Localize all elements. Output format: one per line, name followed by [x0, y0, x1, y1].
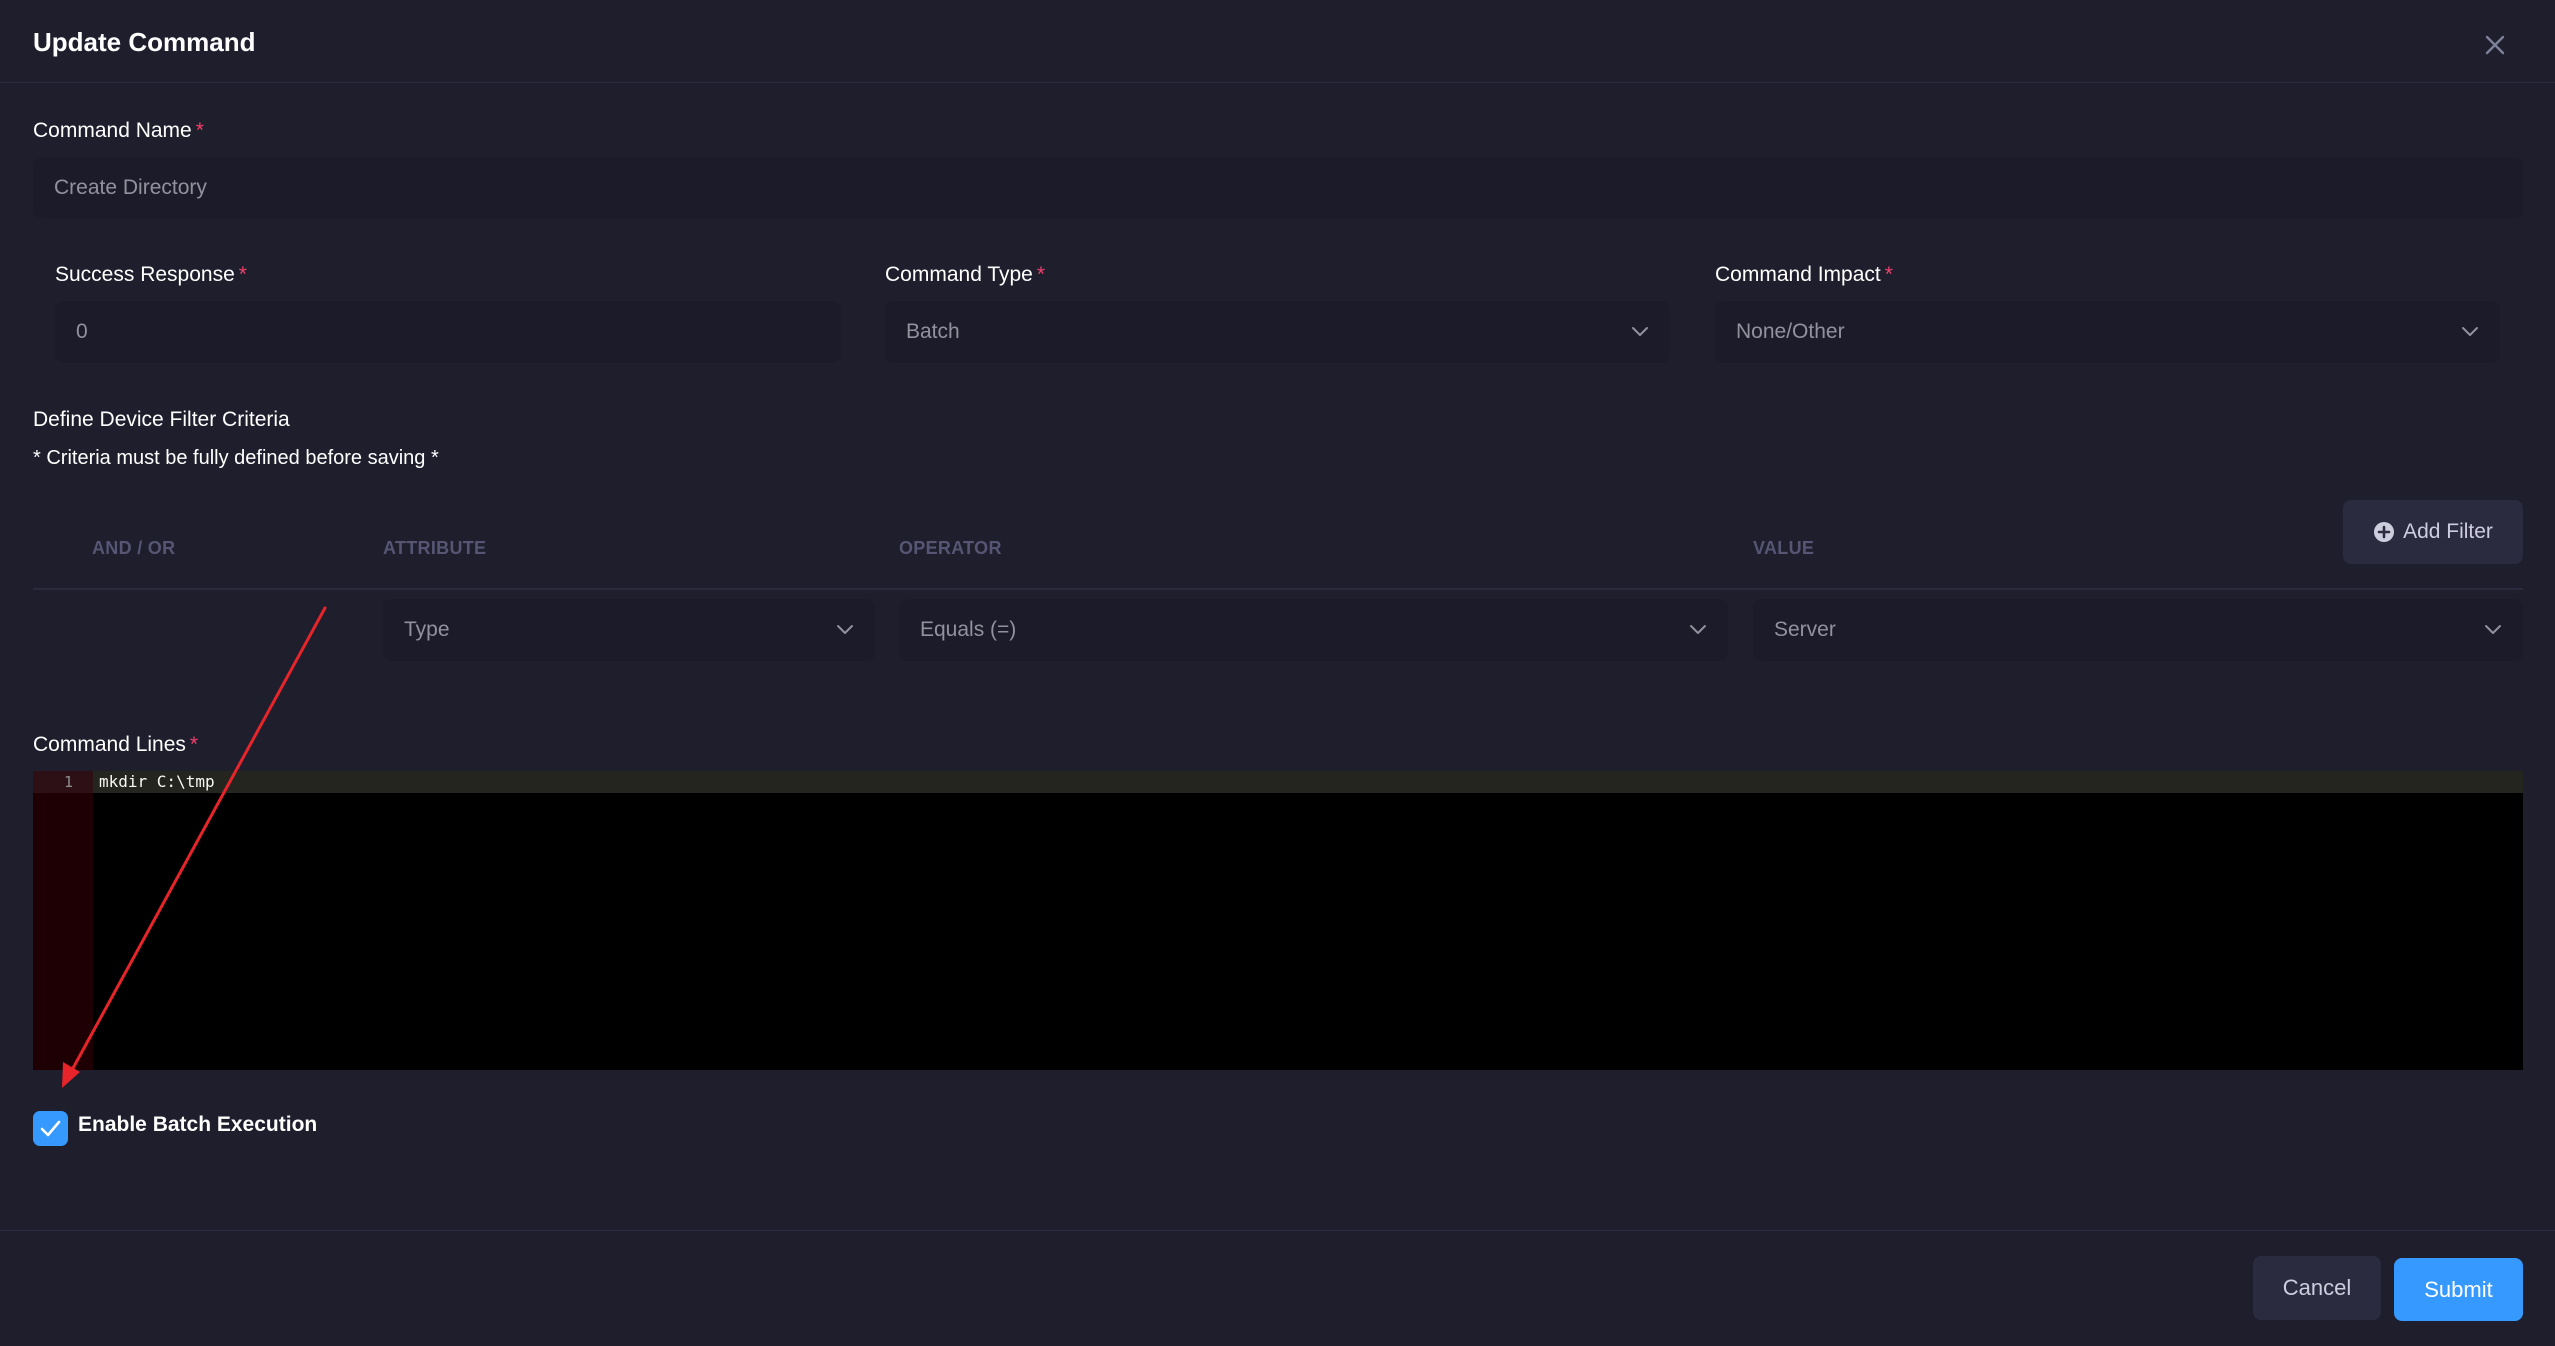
success-response-value: 0 — [76, 320, 88, 343]
chevron-down-icon — [2485, 625, 2501, 634]
operator-value: Equals (=) — [920, 618, 1017, 641]
command-impact-label: Command Impact * — [1715, 263, 1893, 287]
required-mark: * — [1036, 263, 1046, 286]
filter-section-title: Define Device Filter Criteria — [33, 408, 290, 431]
command-type-label-text: Command Type — [885, 263, 1033, 286]
enable-batch-execution-label[interactable]: Enable Batch Execution — [78, 1113, 317, 1137]
add-filter-label: Add Filter — [2403, 520, 2493, 543]
command-lines-label: Command Lines * — [33, 733, 198, 757]
value-value: Server — [1774, 618, 1836, 641]
add-filter-button[interactable]: Add Filter — [2343, 500, 2523, 564]
success-response-label: Success Response * — [55, 263, 247, 287]
modal-header: Update Command — [0, 0, 2555, 83]
submit-button[interactable]: Submit — [2394, 1258, 2523, 1321]
command-impact-select[interactable]: None/Other — [1715, 301, 2500, 363]
modal-footer — [0, 1230, 2555, 1346]
attribute-value: Type — [404, 618, 450, 641]
operator-select[interactable]: Equals (=) — [899, 599, 1728, 661]
command-name-input[interactable]: Create Directory — [33, 158, 2523, 218]
column-header-and-or: AND / OR — [92, 538, 176, 558]
attribute-select[interactable]: Type — [383, 599, 875, 661]
required-mark: * — [1884, 263, 1893, 286]
filter-criteria-note: * Criteria must be fully defined before … — [33, 447, 439, 469]
close-icon[interactable] — [2478, 28, 2512, 62]
chevron-down-icon — [1632, 327, 1648, 336]
required-mark: * — [189, 733, 199, 756]
command-name-value: Create Directory — [54, 176, 207, 199]
value-select[interactable]: Server — [1753, 599, 2523, 661]
column-header-operator: OPERATOR — [899, 538, 1002, 558]
success-response-label-text: Success Response — [55, 263, 235, 286]
command-name-label-text: Command Name — [33, 119, 192, 142]
required-mark: * — [238, 263, 247, 286]
update-command-modal: Update Command Command Name * Create Dire… — [0, 0, 2555, 1346]
chevron-down-icon — [837, 625, 853, 634]
check-icon — [40, 1120, 61, 1137]
editor-gutter — [33, 771, 93, 1070]
command-type-value: Batch — [906, 320, 960, 343]
column-header-attribute: ATTRIBUTE — [383, 538, 487, 558]
command-impact-value: None/Other — [1736, 320, 1845, 343]
command-lines-label-text: Command Lines — [33, 733, 186, 756]
command-impact-label-text: Command Impact — [1715, 263, 1881, 286]
enable-batch-execution-checkbox[interactable] — [33, 1111, 68, 1146]
cancel-button[interactable]: Cancel — [2253, 1256, 2381, 1320]
code-line[interactable]: mkdir C:\tmp — [99, 771, 215, 793]
line-number: 1 — [63, 773, 73, 791]
table-divider — [33, 588, 2523, 590]
active-line-highlight — [33, 771, 2523, 793]
code-editor[interactable]: 1 mkdir C:\tmp — [33, 771, 2523, 1070]
required-mark: * — [195, 119, 204, 142]
chevron-down-icon — [1690, 625, 1706, 634]
chevron-down-icon — [2462, 327, 2478, 336]
success-response-input[interactable]: 0 — [55, 301, 841, 363]
command-name-label: Command Name * — [33, 119, 204, 143]
command-type-label: Command Type * — [885, 263, 1045, 287]
command-type-select[interactable]: Batch — [885, 301, 1670, 363]
plus-circle-icon — [2374, 522, 2395, 542]
modal-title: Update Command — [33, 27, 256, 57]
column-header-value: VALUE — [1753, 538, 1815, 558]
